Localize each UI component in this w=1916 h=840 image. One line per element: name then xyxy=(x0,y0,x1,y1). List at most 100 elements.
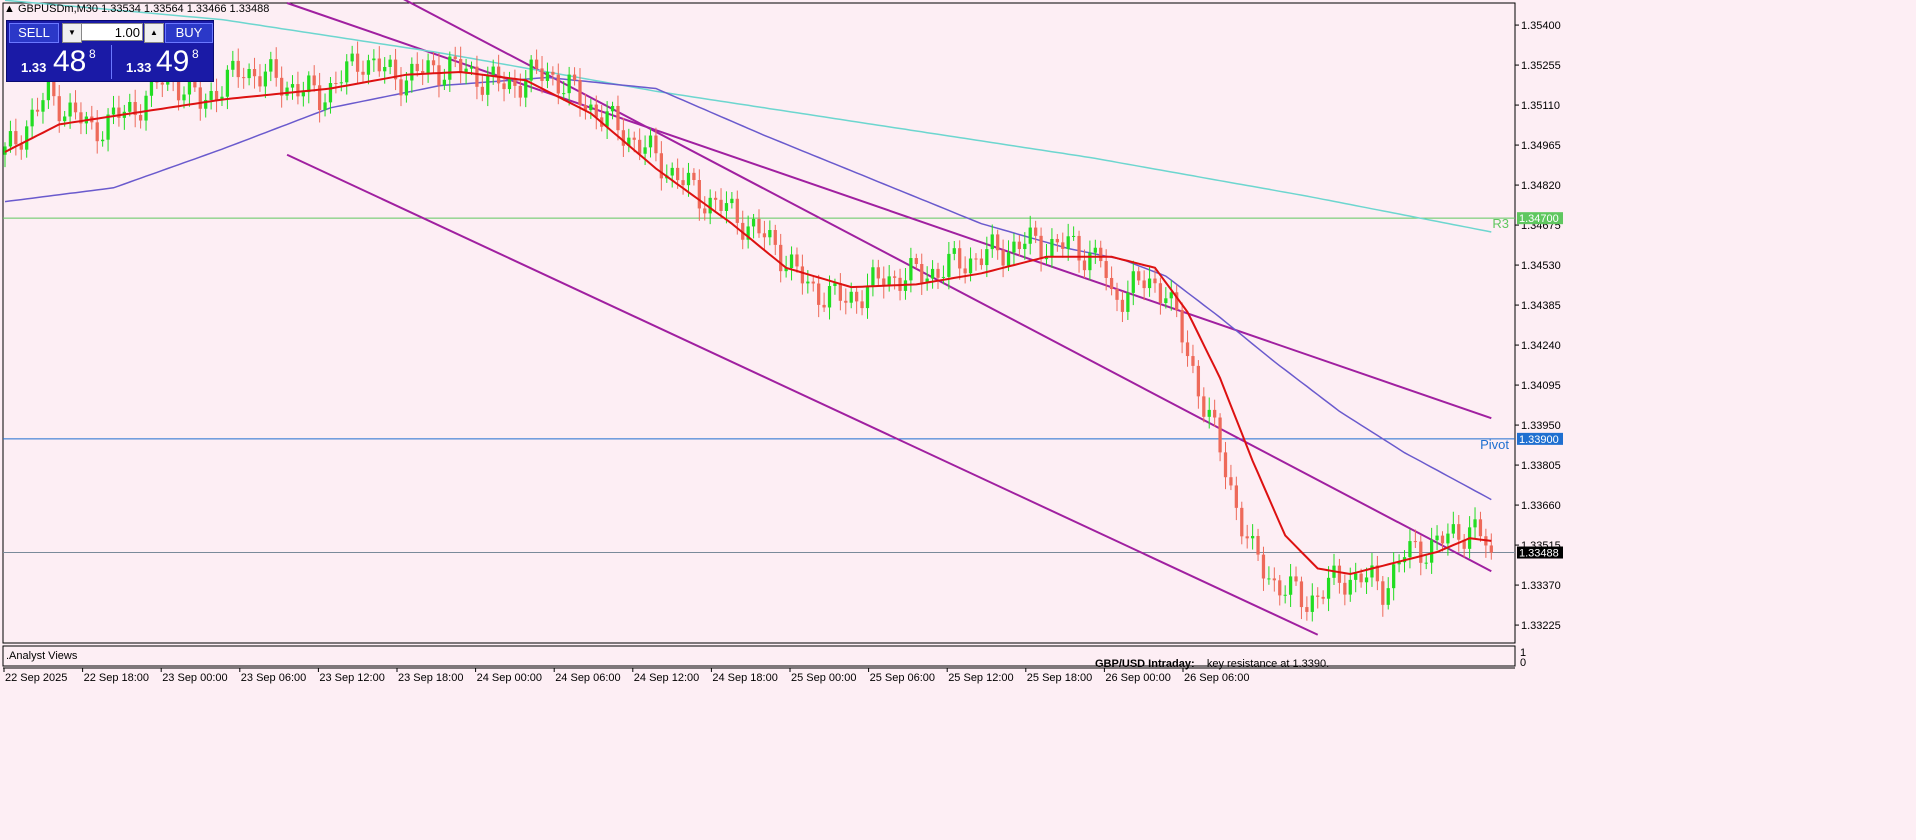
bull-candle xyxy=(1169,292,1173,299)
lot-decrease-icon[interactable]: ▼ xyxy=(62,23,82,43)
bull-candle xyxy=(1473,519,1477,528)
one-click-trade-panel: SELL ▼ 1.00 ▲ BUY 1.33 48 8 1.33 49 8 xyxy=(6,20,214,82)
bull-candle xyxy=(1147,278,1152,289)
bull-candle xyxy=(648,135,653,148)
bear-candle xyxy=(1109,277,1114,290)
bull-candle xyxy=(1435,535,1439,541)
bear-candle xyxy=(551,71,555,75)
bear-candle xyxy=(1191,356,1195,366)
bull-candle xyxy=(388,59,392,67)
y-tick-label: 1.35400 xyxy=(1521,20,1561,32)
bull-candle xyxy=(404,80,409,96)
bull-candle xyxy=(301,92,305,97)
bear-candle xyxy=(1278,580,1282,596)
ma-slow-line xyxy=(4,0,1492,233)
bull-candle xyxy=(285,87,289,96)
bear-candle xyxy=(1245,536,1249,539)
bull-candle xyxy=(724,203,729,211)
bear-candle xyxy=(160,82,164,85)
bull-candle xyxy=(1392,564,1396,589)
x-tick-label: 23 Sep 00:00 xyxy=(162,672,227,684)
y-tick-label: 1.33370 xyxy=(1521,580,1561,592)
bear-candle xyxy=(779,244,783,272)
collapse-arrow-icon[interactable]: ▲ xyxy=(4,3,15,15)
lot-size-input[interactable]: 1.00 xyxy=(81,23,143,41)
bear-candle xyxy=(252,69,257,77)
x-tick-label: 23 Sep 18:00 xyxy=(398,672,463,684)
bear-candle xyxy=(1359,573,1363,583)
bear-candle xyxy=(795,254,799,267)
bull-candle xyxy=(686,172,691,186)
bull-candle xyxy=(247,69,251,79)
bull-candle xyxy=(1267,578,1271,580)
bear-candle xyxy=(936,268,940,278)
bull-candle xyxy=(968,258,973,274)
bull-candle xyxy=(1207,409,1211,417)
buy-price-prefix: 1.33 xyxy=(126,60,152,75)
ma-mid-line xyxy=(4,76,1492,501)
bear-candle xyxy=(52,79,56,97)
bear-candle xyxy=(1115,289,1119,300)
bear-candle xyxy=(1299,581,1304,608)
bear-candle xyxy=(1099,247,1103,262)
bear-candle xyxy=(1104,261,1108,278)
buy-button[interactable]: BUY xyxy=(165,23,213,43)
bull-candle xyxy=(985,249,989,266)
y-tick-label: 1.35255 xyxy=(1521,60,1561,72)
bear-candle xyxy=(1180,309,1184,343)
bear-candle xyxy=(638,139,642,154)
bull-candle xyxy=(1283,594,1287,596)
bull-candle xyxy=(1028,227,1032,244)
bear-candle xyxy=(95,122,99,142)
bull-candle xyxy=(990,234,994,250)
bull-candle xyxy=(410,63,414,81)
x-tick-label: 26 Sep 06:00 xyxy=(1184,672,1249,684)
bear-candle xyxy=(399,79,403,96)
sell-button[interactable]: SELL xyxy=(9,23,59,43)
buy-quote[interactable]: 1.33 49 8 xyxy=(111,45,212,79)
bear-candle xyxy=(1489,545,1493,553)
bull-candle xyxy=(768,229,772,238)
bear-candle xyxy=(1256,535,1260,555)
bear-candle xyxy=(242,77,246,79)
bull-candle xyxy=(263,71,268,87)
chart-canvas[interactable]: 1.354001.352551.351101.349651.348201.346… xyxy=(0,0,1916,840)
bull-candle xyxy=(865,285,870,309)
bull-candle xyxy=(1006,252,1011,266)
x-tick-label: 25 Sep 06:00 xyxy=(870,672,935,684)
sell-quote[interactable]: 1.33 48 8 xyxy=(9,45,109,79)
bear-candle xyxy=(540,68,544,81)
bear-candle xyxy=(73,102,78,113)
bull-candle xyxy=(209,90,213,100)
bear-candle xyxy=(1196,365,1201,397)
bull-candle xyxy=(68,102,72,117)
bull-candle xyxy=(708,197,712,214)
bear-candle xyxy=(176,79,181,101)
bear-candle xyxy=(1153,278,1157,284)
bull-candle xyxy=(1424,562,1428,564)
bull-candle xyxy=(947,253,951,277)
bull-candle xyxy=(1131,271,1135,293)
bear-candle xyxy=(703,208,707,214)
bear-candle xyxy=(1234,485,1238,508)
bear-candle xyxy=(480,86,484,95)
bear-candle xyxy=(1218,417,1222,453)
bull-candle xyxy=(225,69,230,97)
bull-candle xyxy=(30,109,34,127)
bear-candle xyxy=(1413,541,1417,543)
buy-price-sup: 8 xyxy=(192,47,199,61)
bull-candle xyxy=(25,126,29,150)
bull-candle xyxy=(182,94,186,101)
bear-candle xyxy=(1305,607,1309,612)
sell-price-big: 48 xyxy=(53,45,87,78)
bear-candle xyxy=(1419,541,1423,563)
bear-candle xyxy=(1440,535,1445,544)
bear-candle xyxy=(735,198,739,223)
lot-increase-icon[interactable]: ▲ xyxy=(144,23,164,43)
bear-candle xyxy=(1137,271,1141,281)
current-price-label: 1.33488 xyxy=(1519,548,1559,560)
bear-candle xyxy=(1272,578,1276,581)
bull-candle xyxy=(1088,252,1092,271)
y-tick-label: 1.34240 xyxy=(1521,340,1561,352)
bear-candle xyxy=(198,87,202,109)
